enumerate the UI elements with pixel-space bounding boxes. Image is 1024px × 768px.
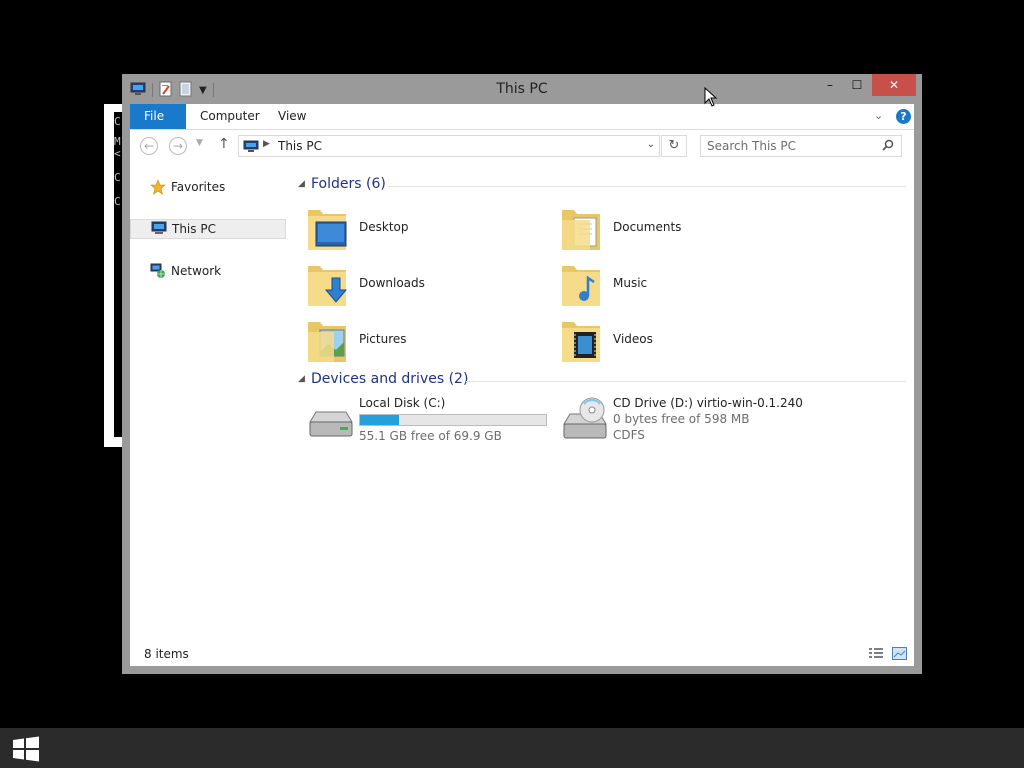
console-text: C (114, 115, 121, 128)
tab-view[interactable]: View (264, 104, 320, 129)
disk-usage-bar (359, 414, 547, 426)
folder-name: Pictures (359, 332, 407, 346)
nav-item-label: Network (171, 264, 222, 278)
hard-disk-icon (306, 396, 354, 449)
folder-name: Desktop (359, 220, 409, 234)
drive-space: 0 bytes free of 598 MB (613, 412, 750, 426)
collapse-triangle-icon[interactable]: ◢ (298, 374, 305, 384)
drive-cd-d[interactable]: CD Drive (D:) virtio-win-0.1.240 0 bytes… (560, 396, 810, 448)
search-icon[interactable] (882, 139, 894, 154)
folder-name: Downloads (359, 276, 425, 290)
folder-name: Music (613, 276, 648, 290)
videos-folder-icon (560, 316, 606, 369)
mouse-cursor-icon (704, 86, 718, 110)
devices-group-header[interactable]: ◢ Devices and drives (2) (296, 371, 906, 391)
taskbar (0, 728, 1024, 768)
drive-name: CD Drive (D:) virtio-win-0.1.240 (613, 396, 803, 410)
navigation-pane: Favorites This PC Network (130, 166, 290, 636)
network-icon (150, 263, 166, 285)
computer-icon (243, 140, 259, 156)
tab-file[interactable]: File (130, 104, 186, 129)
refresh-button[interactable]: ↻ (661, 135, 687, 157)
ribbon-tabs: File Computer View ⌄ ? (130, 104, 914, 130)
recent-locations-chevron-icon[interactable]: ▼ (196, 138, 203, 148)
search-box[interactable] (700, 135, 902, 157)
item-count: 8 items (144, 647, 189, 661)
tab-computer[interactable]: Computer (186, 104, 274, 129)
collapse-triangle-icon[interactable]: ◢ (298, 179, 305, 189)
pictures-folder-icon (306, 316, 352, 369)
computer-icon (151, 221, 167, 242)
folder-desktop[interactable]: Desktop (306, 204, 556, 256)
group-divider (466, 381, 906, 382)
cd-drive-icon (560, 396, 608, 449)
console-text: < (114, 147, 121, 160)
back-button[interactable]: ← (140, 137, 158, 155)
music-folder-icon (560, 260, 606, 313)
nav-item-favorites[interactable]: Favorites (130, 177, 286, 197)
drive-space: 55.1 GB free of 69.9 GB (359, 429, 502, 443)
minimize-button[interactable]: – (818, 74, 842, 96)
large-icons-view-icon[interactable] (892, 647, 907, 663)
desktop-folder-icon (306, 204, 352, 257)
explorer-window: ▼ This PC – ☐ ✕ File Computer View ⌄ ? ←… (122, 74, 922, 674)
breadcrumb-separator-icon[interactable]: ▶ (263, 139, 270, 149)
nav-item-label: This PC (172, 222, 216, 236)
up-button[interactable]: ↑ (218, 136, 230, 152)
expand-ribbon-chevron-icon[interactable]: ⌄ (874, 109, 883, 122)
disk-usage-fill (360, 415, 400, 425)
group-title: Devices and drives (2) (311, 371, 469, 387)
title-bar[interactable]: ▼ This PC – ☐ ✕ (122, 74, 922, 104)
nav-item-this-pc[interactable]: This PC (130, 219, 286, 239)
folder-videos[interactable]: Videos (560, 316, 810, 368)
folders-group-header[interactable]: ◢ Folders (6) (296, 176, 906, 196)
drive-local-disk-c[interactable]: Local Disk (C:) 55.1 GB free of 69.9 GB (306, 396, 556, 448)
address-history-chevron-icon[interactable]: ⌄ (647, 139, 655, 150)
downloads-folder-icon (306, 260, 352, 313)
windows-start-icon[interactable] (12, 736, 40, 765)
nav-item-network[interactable]: Network (130, 261, 286, 281)
status-bar: 8 items (130, 642, 914, 666)
maximize-button[interactable]: ☐ (844, 74, 870, 96)
folder-documents[interactable]: Documents (560, 204, 810, 256)
search-input[interactable] (707, 138, 877, 154)
star-icon (150, 179, 166, 201)
folder-pictures[interactable]: Pictures (306, 316, 556, 368)
window-title: This PC (496, 81, 548, 97)
group-divider (388, 186, 906, 187)
details-view-icon[interactable] (868, 647, 884, 663)
explorer-client-area: File Computer View ⌄ ? ← → ▼ ↑ ▶ This PC… (130, 104, 914, 666)
navigation-bar: ← → ▼ ↑ ▶ This PC ⌄ ↻ (130, 130, 914, 162)
drive-filesystem: CDFS (613, 428, 645, 442)
console-text: C (114, 171, 121, 184)
folder-name: Videos (613, 332, 653, 346)
folder-downloads[interactable]: Downloads (306, 260, 556, 312)
nav-item-label: Favorites (171, 180, 226, 194)
documents-folder-icon (560, 204, 606, 257)
address-bar[interactable]: ▶ This PC ⌄ (238, 135, 660, 157)
drive-name: Local Disk (C:) (359, 396, 446, 410)
folder-name: Documents (613, 220, 682, 234)
breadcrumb-this-pc[interactable]: This PC (278, 139, 322, 153)
forward-button[interactable]: → (169, 137, 187, 155)
content-pane: ◢ Folders (6) Desktop Documents Download… (296, 166, 910, 636)
close-button[interactable]: ✕ (872, 74, 916, 96)
help-button[interactable]: ? (896, 109, 911, 124)
console-text: C (114, 195, 121, 208)
group-title: Folders (6) (311, 176, 386, 192)
folder-music[interactable]: Music (560, 260, 810, 312)
